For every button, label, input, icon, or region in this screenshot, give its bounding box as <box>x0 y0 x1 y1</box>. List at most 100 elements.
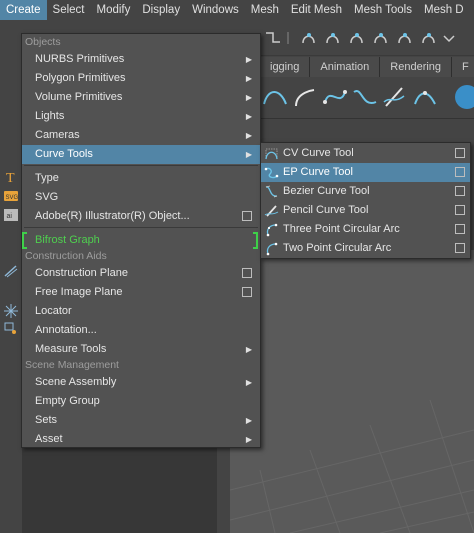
submenu-arrow-icon: ▶ <box>245 112 252 121</box>
submenu-arrow-icon: ▶ <box>245 74 252 83</box>
menu-item-volume-primitives[interactable]: Volume Primitives ▶ <box>22 88 260 107</box>
menu-item-sets[interactable]: Sets ▶ <box>22 411 260 430</box>
shelf-sphere-icon[interactable] <box>450 82 474 112</box>
menu-mesh-tools[interactable]: Mesh Tools <box>348 0 418 20</box>
menu-item-annotation[interactable]: Annotation... <box>22 321 260 340</box>
menu-item-label: SVG <box>35 191 59 203</box>
shelf-tab-animation[interactable]: Animation <box>310 57 381 77</box>
submenu-item-label: Pencil Curve Tool <box>283 204 369 216</box>
menu-item-label: Annotation... <box>35 324 97 336</box>
viewport[interactable] <box>230 250 474 533</box>
option-box-icon[interactable] <box>455 167 465 177</box>
bifrost-bracket-left-icon <box>22 232 27 249</box>
bezier-curve-icon <box>265 185 278 198</box>
menu-item-illustrator-object[interactable]: Adobe(R) Illustrator(R) Object... <box>22 207 260 226</box>
menu-item-construction-plane[interactable]: Construction Plane <box>22 264 260 283</box>
menu-item-svg[interactable]: SVG <box>22 188 260 207</box>
menu-item-scene-assembly[interactable]: Scene Assembly ▶ <box>22 373 260 392</box>
ep-curve-icon <box>264 167 279 179</box>
snap-point-icon[interactable] <box>348 30 366 46</box>
option-box-icon[interactable] <box>242 211 252 221</box>
snap-dropdown-icon[interactable] <box>440 30 458 46</box>
menu-item-label: Empty Group <box>35 395 100 407</box>
shelf-arc-icon[interactable] <box>290 82 320 112</box>
shelf-cv-icon[interactable] <box>260 82 290 112</box>
section-objects: Objects <box>25 36 61 48</box>
submenu-arrow-icon: ▶ <box>245 378 252 387</box>
snap-live-icon[interactable] <box>420 30 438 46</box>
panel-divider[interactable] <box>217 448 230 533</box>
submenu-item-cv-curve[interactable]: CV Curve Tool <box>261 144 470 163</box>
menu-item-measure-tools[interactable]: Measure Tools ▶ <box>22 340 260 359</box>
submenu-item-label: Bezier Curve Tool <box>283 185 370 197</box>
bifrost-bracket-right-icon <box>253 232 258 249</box>
submenu-arrow-icon: ▶ <box>245 345 252 354</box>
snap-view-icon[interactable] <box>372 30 390 46</box>
curve-tools-submenu: CV Curve Tool EP Curve Tool Bezier Curve… <box>260 142 471 259</box>
menu-display[interactable]: Display <box>136 0 186 20</box>
menu-item-cameras[interactable]: Cameras ▶ <box>22 126 260 145</box>
shelf-ep-icon[interactable] <box>320 82 350 112</box>
submenu-item-ep-curve[interactable]: EP Curve Tool <box>261 163 470 182</box>
menu-edit-mesh[interactable]: Edit Mesh <box>285 0 348 20</box>
section-construction-aids: Construction Aids <box>25 250 107 262</box>
option-box-icon[interactable] <box>455 148 465 158</box>
submenu-item-label: CV Curve Tool <box>283 147 354 159</box>
option-box-icon[interactable] <box>455 243 465 253</box>
shelf-pencil-icon[interactable] <box>380 82 410 112</box>
submenu-item-label: Three Point Circular Arc <box>283 223 400 235</box>
shelf-bezier-icon[interactable] <box>350 82 380 112</box>
snap-surface-icon[interactable] <box>396 30 414 46</box>
menu-item-label: NURBS Primitives <box>35 53 125 65</box>
cv-curve-icon <box>265 148 278 160</box>
menu-divider <box>24 165 258 166</box>
menu-item-curve-tools[interactable]: Curve Tools ▶ <box>22 145 260 164</box>
menu-item-free-image-plane[interactable]: Free Image Plane <box>22 283 260 302</box>
svg-icon[interactable]: SVG <box>3 188 19 204</box>
shelf-tab-fx[interactable]: F <box>452 57 474 77</box>
svg-text:T: T <box>6 171 15 185</box>
menu-item-label: Adobe(R) Illustrator(R) Object... <box>35 210 190 222</box>
menu-windows[interactable]: Windows <box>186 0 245 20</box>
snap-curve-icon[interactable] <box>324 30 342 46</box>
illustrator-icon[interactable]: ai <box>3 207 19 223</box>
submenu-item-bezier-curve[interactable]: Bezier Curve Tool <box>261 182 470 201</box>
menu-item-lights[interactable]: Lights ▶ <box>22 107 260 126</box>
option-box-icon[interactable] <box>242 268 252 278</box>
menu-create[interactable]: Create <box>0 0 47 20</box>
menu-item-type[interactable]: Type <box>22 169 260 188</box>
shelf-tabs: igging Animation Rendering F <box>260 57 474 77</box>
menu-select[interactable]: Select <box>47 0 91 20</box>
annotation-icon[interactable] <box>3 320 19 336</box>
option-box-icon[interactable] <box>242 287 252 297</box>
option-box-icon[interactable] <box>455 186 465 196</box>
snap-grid-icon[interactable] <box>300 30 318 46</box>
menu-modify[interactable]: Modify <box>91 0 137 20</box>
menu-item-nurbs-primitives[interactable]: NURBS Primitives ▶ <box>22 50 260 69</box>
menu-mesh-display[interactable]: Mesh D <box>418 0 470 20</box>
submenu-item-pencil-curve[interactable]: Pencil Curve Tool <box>261 201 470 220</box>
svg-text:ai: ai <box>7 213 13 220</box>
menu-mesh[interactable]: Mesh <box>245 0 285 20</box>
menu-item-label: Bifrost Graph <box>35 234 100 246</box>
type-icon[interactable]: T <box>3 169 19 185</box>
menu-item-locator[interactable]: Locator <box>22 302 260 321</box>
menu-item-asset[interactable]: Asset ▶ <box>22 430 260 449</box>
menu-item-polygon-primitives[interactable]: Polygon Primitives ▶ <box>22 69 260 88</box>
menu-item-bifrost-graph[interactable]: Bifrost Graph <box>22 231 260 250</box>
measure-icon[interactable] <box>3 263 19 279</box>
two-point-arc-icon <box>266 242 278 256</box>
three-point-arc-icon <box>266 223 278 237</box>
option-box-icon[interactable] <box>455 224 465 234</box>
shelf-tab-rigging[interactable]: igging <box>260 57 311 77</box>
menu-item-empty-group[interactable]: Empty Group <box>22 392 260 411</box>
create-menu: Objects NURBS Primitives ▶ Polygon Primi… <box>21 33 261 448</box>
submenu-item-two-point-arc[interactable]: Two Point Circular Arc <box>261 239 470 258</box>
option-box-icon[interactable] <box>455 205 465 215</box>
locator-icon[interactable] <box>3 303 19 319</box>
status-icon-1[interactable] <box>264 30 282 46</box>
shelf-tab-rendering[interactable]: Rendering <box>380 57 453 77</box>
menu-item-label: Lights <box>35 110 65 122</box>
shelf-curve-edit-icon[interactable] <box>410 82 440 112</box>
submenu-item-three-point-arc[interactable]: Three Point Circular Arc <box>261 220 470 239</box>
